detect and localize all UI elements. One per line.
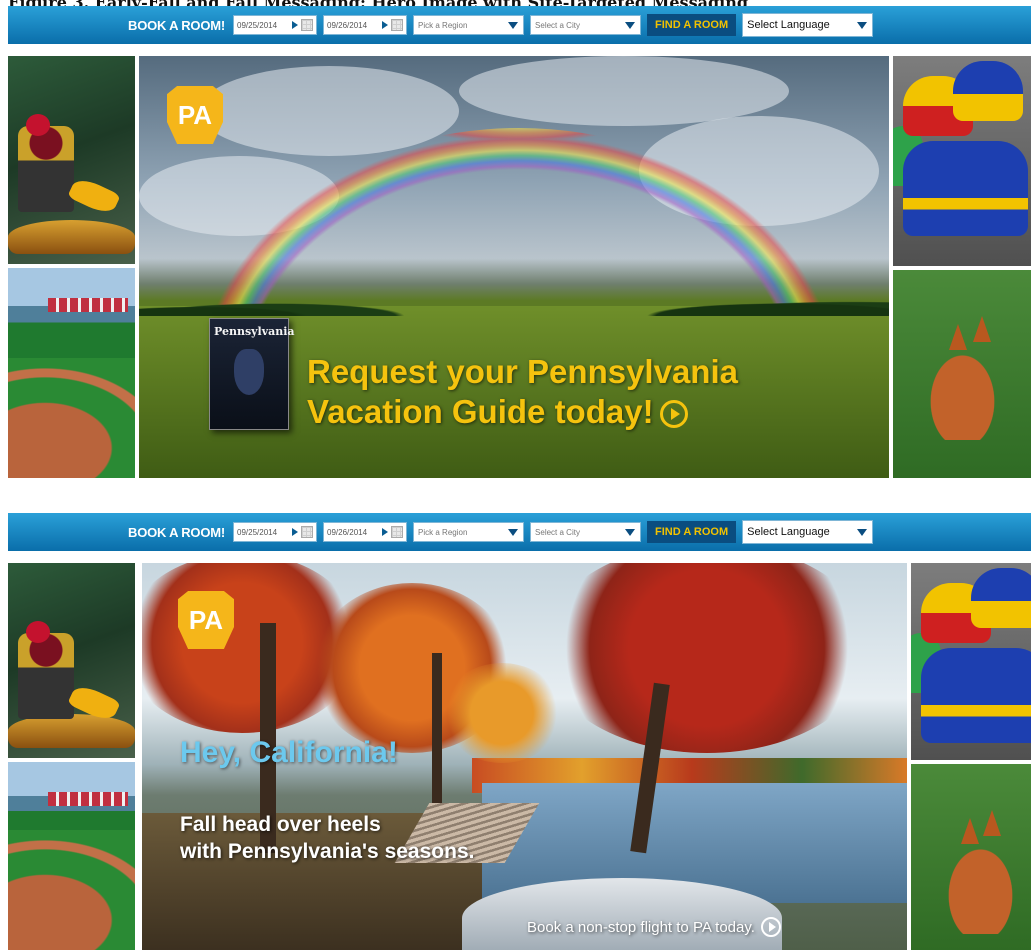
language-select-value: Select Language	[747, 526, 830, 538]
fox-photo[interactable]	[911, 764, 1031, 950]
region-select[interactable]: Pick a Region	[413, 522, 525, 542]
region-dropdown[interactable]	[503, 16, 523, 34]
screenshot-early-fall: BOOK A ROOM! 09/25/2014 09/26/2014 Pick …	[8, 6, 1031, 478]
right-photo-column	[893, 56, 1031, 478]
calendar-icon[interactable]	[391, 526, 404, 538]
screenshot-fall: BOOK A ROOM! 09/25/2014 09/26/2014 Pick …	[8, 513, 1031, 950]
arrow-right-icon[interactable]	[382, 21, 389, 29]
city-select[interactable]: Select a City	[530, 15, 642, 35]
city-select-value: Select a City	[535, 20, 580, 30]
race-car-photo[interactable]	[893, 56, 1031, 266]
chevron-down-icon	[625, 528, 636, 536]
chevron-down-icon	[857, 21, 868, 29]
city-dropdown[interactable]	[620, 523, 640, 541]
chevron-down-icon	[857, 528, 868, 536]
play-circle-icon[interactable]	[659, 400, 688, 429]
play-circle-icon[interactable]	[760, 917, 781, 937]
pa-logo[interactable]: PA	[178, 591, 234, 649]
language-select[interactable]: Select Language	[742, 13, 874, 37]
vacation-guide-cta[interactable]: Request your Pennsylvania Vacation Guide…	[307, 352, 738, 432]
city-select-value: Select a City	[535, 527, 580, 537]
guide-cover-title: Pennsylvania	[214, 325, 295, 338]
checkout-date-value: 09/26/2014	[327, 20, 368, 30]
city-select[interactable]: Select a City	[530, 522, 642, 542]
book-a-room-label: BOOK A ROOM!	[128, 524, 226, 540]
checkin-date-value: 09/25/2014	[237, 527, 278, 537]
book-flight-cta[interactable]: Book a non-stop flight to PA today.	[527, 917, 781, 937]
hero-image-california[interactable]: PA Hey, California! Fall head over heels…	[142, 563, 907, 950]
book-a-room-label: BOOK A ROOM!	[128, 17, 226, 33]
arrow-right-icon[interactable]	[292, 21, 299, 29]
fox-photo[interactable]	[893, 270, 1031, 478]
race-car-photo[interactable]	[911, 563, 1031, 760]
cta-line-1: Request your Pennsylvania	[307, 353, 738, 390]
region-select-value: Pick a Region	[418, 527, 468, 537]
rowboat	[462, 878, 782, 950]
pa-logo[interactable]: PA	[167, 86, 223, 144]
fall-headline-line-2: with Pennsylvania's seasons.	[180, 840, 475, 863]
language-dropdown[interactable]	[852, 521, 872, 543]
booking-bar: BOOK A ROOM! 09/25/2014 09/26/2014 Pick …	[8, 513, 1031, 551]
chevron-down-icon	[625, 21, 636, 29]
baseball-stadium-photo[interactable]	[8, 268, 135, 478]
chevron-down-icon	[508, 21, 519, 29]
checkout-date-field[interactable]: 09/26/2014	[323, 15, 408, 35]
book-flight-cta-text: Book a non-stop flight to PA today.	[527, 918, 755, 936]
kayak-photo[interactable]	[8, 56, 135, 264]
region-select-value: Pick a Region	[418, 20, 468, 30]
booking-bar: BOOK A ROOM! 09/25/2014 09/26/2014 Pick …	[8, 6, 1031, 44]
checkout-date-value: 09/26/2014	[327, 527, 368, 537]
calendar-icon[interactable]	[301, 526, 314, 538]
region-select[interactable]: Pick a Region	[413, 15, 525, 35]
region-dropdown[interactable]	[503, 523, 523, 541]
checkin-date-value: 09/25/2014	[237, 20, 278, 30]
city-dropdown[interactable]	[620, 16, 640, 34]
arrow-right-icon[interactable]	[382, 528, 389, 536]
checkout-date-field[interactable]: 09/26/2014	[323, 522, 408, 542]
find-a-room-button[interactable]: FIND A ROOM	[647, 14, 737, 36]
vacation-guide-cover[interactable]: Pennsylvania	[209, 318, 295, 430]
hero-image-vacation-guide[interactable]: PA Pennsylvania Request your Pennsylvani…	[139, 56, 889, 478]
language-dropdown[interactable]	[852, 14, 872, 36]
calendar-icon[interactable]	[391, 19, 404, 31]
checkin-date-field[interactable]: 09/25/2014	[233, 15, 318, 35]
left-photo-column	[8, 56, 135, 478]
baseball-stadium-photo[interactable]	[8, 762, 135, 950]
left-photo-column	[8, 563, 135, 950]
cta-line-2: Vacation Guide today!	[307, 393, 654, 430]
fall-headline-line-1: Fall head over heels	[180, 813, 381, 836]
kayak-photo[interactable]	[8, 563, 135, 758]
right-photo-column	[911, 563, 1031, 950]
language-select[interactable]: Select Language	[742, 520, 874, 544]
chevron-down-icon	[508, 528, 519, 536]
fall-headline: Fall head over heels with Pennsylvania's…	[180, 811, 474, 865]
find-a-room-button[interactable]: FIND A ROOM	[647, 521, 737, 543]
checkin-date-field[interactable]: 09/25/2014	[233, 522, 318, 542]
hey-california-greeting: Hey, California!	[180, 736, 398, 769]
language-select-value: Select Language	[747, 19, 830, 31]
calendar-icon[interactable]	[301, 19, 314, 31]
arrow-right-icon[interactable]	[292, 528, 299, 536]
